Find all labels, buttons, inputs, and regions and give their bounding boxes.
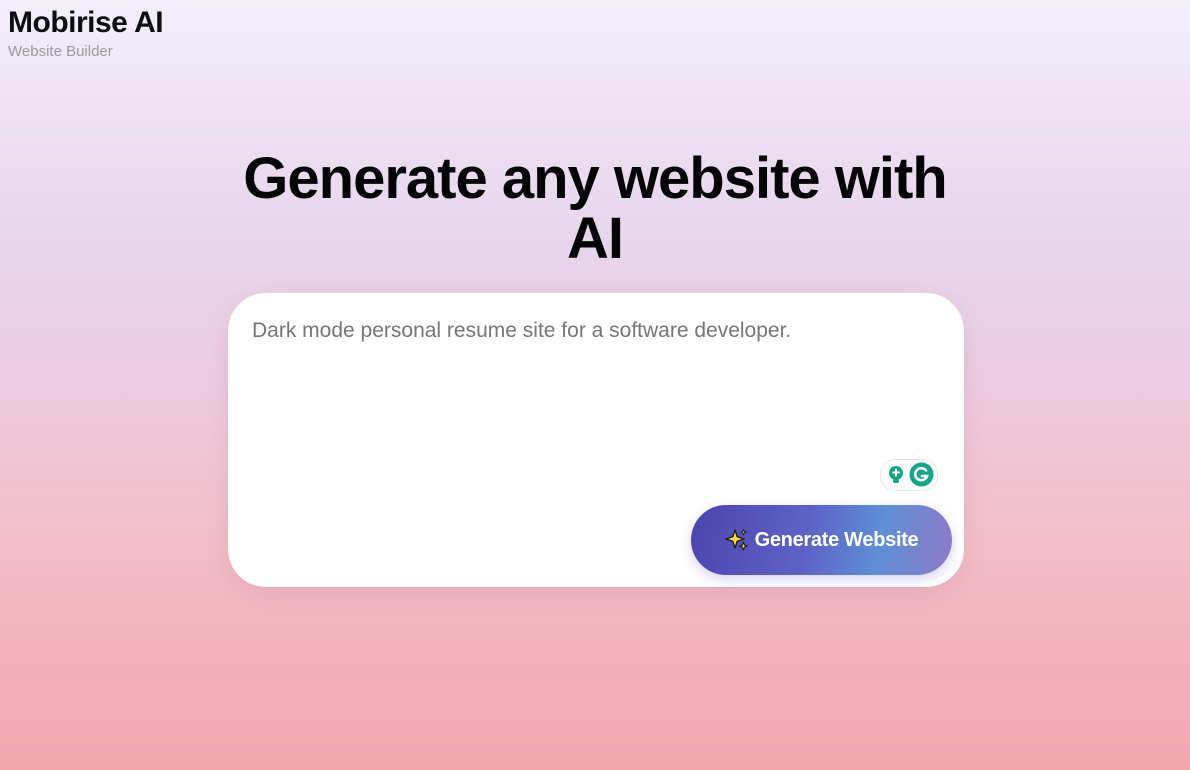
grammarly-widget[interactable] <box>880 459 938 491</box>
sparkle-icon <box>724 529 748 551</box>
brand: Mobirise AI Website Builder <box>8 6 164 62</box>
page-title-line-2: AI <box>567 206 624 271</box>
generate-website-button[interactable]: Generate Website <box>691 505 952 575</box>
brand-subtitle: Website Builder <box>8 43 113 60</box>
lightbulb-icon[interactable] <box>888 466 904 484</box>
prompt-input[interactable] <box>252 318 932 458</box>
prompt-card: Generate Website <box>228 293 964 587</box>
page-title: Generate any website with AI <box>0 149 1190 269</box>
page-title-line-1: Generate any website with <box>243 146 947 211</box>
grammarly-icon[interactable] <box>909 462 934 487</box>
generate-website-label: Generate Website <box>754 528 919 551</box>
brand-name: Mobirise AI <box>8 6 164 39</box>
